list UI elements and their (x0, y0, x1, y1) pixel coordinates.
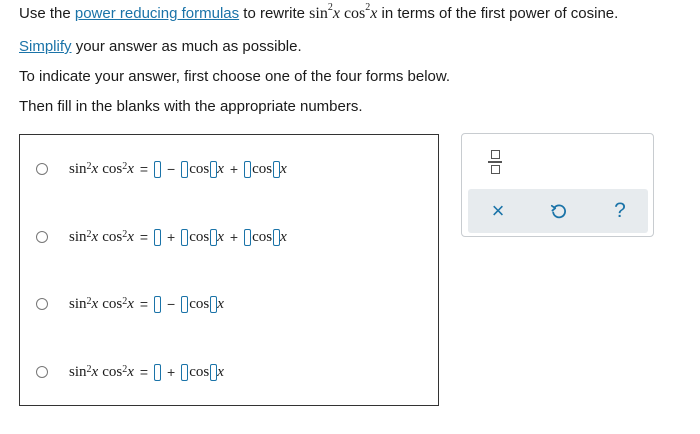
simplify-text: your answer as much as possible. (75, 38, 302, 55)
option-3-radio[interactable] (36, 298, 48, 310)
option-row-1: sin 2 x cos 2 x = − cos x + cos x (20, 154, 438, 184)
undo-icon (550, 204, 566, 219)
option-4-equation: sin 2 x cos 2 x = + cos x (69, 363, 224, 381)
blank-input[interactable] (244, 228, 252, 246)
blank-input[interactable] (154, 228, 162, 246)
blank-input[interactable] (154, 295, 162, 313)
option-2-radio[interactable] (36, 231, 48, 243)
option-row-4: sin 2 x cos 2 x = + cos x (20, 357, 438, 387)
option-row-3: sin 2 x cos 2 x = − cos x (20, 289, 438, 319)
simplify-line: Simplify your answer as much as possible… (19, 38, 302, 55)
blank-input[interactable] (181, 160, 189, 178)
question-line: Use the power reducing formulas to rewri… (19, 1, 619, 23)
option-3-equation: sin 2 x cos 2 x = − cos x (69, 295, 224, 313)
intro-middle: to rewrite (243, 5, 305, 22)
intro-suffix: in terms of the first power of cosine. (381, 5, 619, 22)
intro-prefix: Use the (19, 5, 71, 22)
times-icon: × (491, 198, 505, 223)
blank-input[interactable] (181, 363, 189, 381)
power-reducing-formulas-link[interactable]: power reducing formulas (75, 5, 239, 22)
option-1-equation: sin 2 x cos 2 x = − cos x + cos x (69, 160, 287, 178)
blank-input[interactable] (154, 160, 162, 178)
blank-input[interactable] (181, 295, 189, 313)
action-toolbar: × ? (468, 189, 648, 233)
fraction-button[interactable] (484, 147, 506, 177)
blank-input[interactable] (181, 228, 189, 246)
clear-button[interactable]: × (478, 189, 518, 233)
instruction-fill-blanks: Then fill in the blanks with the appropr… (19, 98, 363, 115)
fraction-numerator-icon (490, 150, 500, 160)
blank-input[interactable] (154, 363, 162, 381)
undo-button[interactable] (539, 189, 579, 233)
question-mark-icon: ? (614, 199, 626, 222)
fraction-bar-icon (488, 161, 502, 163)
intro-expression: sin2x cos2x (309, 1, 378, 22)
option-4-radio[interactable] (36, 366, 48, 378)
math-tools-panel: × ? (461, 133, 654, 237)
help-button[interactable]: ? (600, 189, 640, 233)
instruction-choose-form: To indicate your answer, first choose on… (19, 68, 451, 85)
answer-options-box: sin 2 x cos 2 x = − cos x + cos x sin 2 x cos 2 x = … (19, 134, 439, 406)
option-1-radio[interactable] (36, 163, 48, 175)
simplify-link[interactable]: Simplify (19, 38, 72, 55)
option-2-equation: sin 2 x cos 2 x = + cos x + cos x (69, 228, 287, 246)
fraction-denominator-icon (490, 164, 500, 174)
option-row-2: sin 2 x cos 2 x = + cos x + cos x (20, 222, 438, 252)
blank-input[interactable] (244, 160, 252, 178)
